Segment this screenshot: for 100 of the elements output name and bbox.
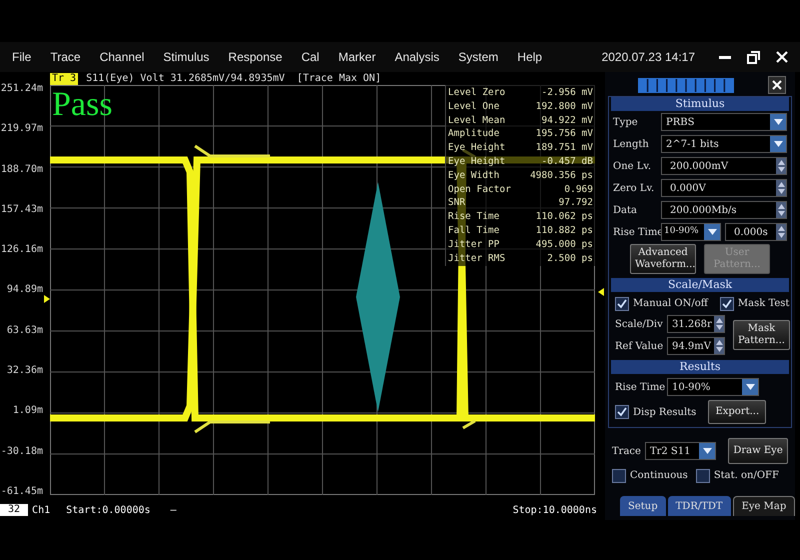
start-label: Start:0.00000s (66, 504, 150, 518)
dropdown-field[interactable]: 2^7-1 bits (661, 135, 787, 153)
channel-number: 32 (0, 504, 28, 516)
checkbox-label: Continuous (630, 469, 688, 483)
axis-label: 126.16m (0, 243, 43, 258)
menu-item[interactable]: Stimulus (163, 48, 210, 66)
checkbox[interactable] (615, 405, 629, 419)
menu-item[interactable]: Response (228, 48, 282, 66)
field-label: Data (613, 204, 638, 218)
checkbox[interactable] (612, 468, 626, 482)
axis-label: 1.09m (12, 404, 43, 418)
close-icon[interactable] (776, 51, 788, 63)
dropdown-field[interactable]: PRBS (661, 113, 787, 131)
menu-item[interactable]: Cal (301, 48, 320, 66)
number-field[interactable]: 200.000Mb/s (661, 201, 787, 219)
section-header: Stimulus (611, 97, 789, 111)
measurement-value: 189.751 mV (536, 141, 593, 155)
panel-button[interactable]: Draw Eye (728, 438, 788, 464)
spin-arrows-icon (714, 338, 724, 354)
axis-label: 32.36m (6, 364, 43, 378)
tab[interactable]: Eye Map (732, 496, 796, 516)
measurement-value: 110.882 ps (536, 224, 593, 238)
spin-arrows-icon (776, 224, 786, 240)
checkmark-icon (617, 298, 627, 308)
measurement-value: 97.792 (558, 196, 593, 210)
axis-label: -30.18m (0, 444, 43, 459)
number-field[interactable]: 0.000s (725, 223, 787, 241)
measurement-label: Level Mean (448, 114, 506, 128)
field-label: Type (613, 116, 639, 130)
checkmark-icon (722, 298, 732, 308)
menu-item[interactable]: Marker (338, 48, 376, 66)
field-label: One Lv. (613, 160, 652, 174)
measurement-value: 2.500 ps (547, 252, 593, 266)
pass-fail-verdict: Pass (52, 85, 112, 125)
dropdown-field[interactable]: 10-90% (667, 378, 759, 396)
stop-label: Stop:10.0000ns (512, 504, 597, 518)
marker-triangle-icon (598, 288, 604, 296)
field-label: Length (613, 138, 650, 152)
measurement-label: Eye Height (448, 141, 506, 155)
section-header: Scale/Mask (611, 278, 789, 292)
measurement-label: Eye Height (448, 154, 506, 169)
measurement-label: Jitter PP (448, 238, 500, 252)
measurement-label: Amplitude (448, 127, 500, 142)
menu-item[interactable]: Analysis (394, 48, 440, 66)
tab[interactable]: Setup (620, 496, 666, 516)
panel-button[interactable]: Mask Pattern... (733, 320, 790, 350)
dropdown-field[interactable]: 10-90% (661, 223, 721, 241)
spin-arrows-icon (776, 180, 786, 196)
axis-label: -61.45m (0, 484, 43, 499)
measurement-label: Level One (448, 100, 500, 114)
tab[interactable]: TDR/TDT (668, 496, 731, 516)
section-header: Results (611, 360, 789, 374)
checkbox[interactable] (615, 296, 629, 310)
measurement-value: -2.956 mV (542, 86, 593, 100)
panel-button[interactable]: Advanced Waveform... (630, 244, 696, 274)
measurement-label: Fall Time (448, 224, 500, 238)
restore-icon[interactable] (747, 50, 760, 64)
checkbox-label: Manual ON/off (633, 297, 708, 311)
measurement-value: 195.756 mV (536, 127, 593, 142)
marker-dash: — (170, 504, 176, 518)
measurement-label: Jitter RMS (448, 252, 506, 266)
menu-item[interactable]: File (12, 48, 32, 66)
measurement-label: Open Factor (448, 182, 511, 196)
menu-item[interactable]: Help (517, 48, 542, 66)
date-time: 2020.07.23 14:17 (602, 49, 695, 66)
measurement-value: 94.922 mV (542, 114, 593, 128)
number-field[interactable]: 31.268r (667, 315, 725, 333)
measurement-label: Rise Time (448, 210, 500, 224)
field-label: Scale/Div (615, 318, 663, 332)
menu-item[interactable]: Trace (50, 48, 81, 66)
axis-label: 157.43m (0, 202, 43, 217)
checkbox[interactable] (696, 468, 710, 482)
menu-item[interactable]: System (458, 48, 498, 66)
spin-arrows-icon (776, 158, 786, 174)
measurement-value: 495.000 ps (536, 238, 593, 252)
checkbox[interactable] (720, 296, 734, 310)
marker-triangle-icon (44, 295, 50, 303)
minimize-icon[interactable] (719, 56, 731, 58)
channel-label: Ch1 (32, 504, 50, 518)
spin-arrows-icon (776, 202, 786, 218)
measurement-value: 192.800 mV (536, 100, 593, 114)
axis-label: 251.24m (0, 82, 43, 96)
number-field[interactable]: 94.9mV (667, 337, 725, 355)
spin-arrows-icon (714, 316, 724, 332)
number-field[interactable]: 200.000mV (661, 157, 787, 175)
axis-label: 94.89m (6, 283, 43, 298)
dropdown-field[interactable]: Tr2 S11 (644, 442, 716, 460)
number-field[interactable]: 0.000V (661, 179, 787, 197)
close-icon (772, 80, 782, 90)
measurement-value: -0.457 dB (542, 154, 593, 169)
close-button[interactable] (768, 76, 786, 94)
measurement-label: SNR (448, 196, 466, 210)
field-label: Zero Lv. (613, 182, 656, 196)
trace-info: S11(Eye) Volt 31.2685mV/94.8935mV [Trace Max ON] (86, 72, 382, 84)
measurement-value: 4980.356 ps (530, 168, 593, 183)
field-label: Rise Time (615, 380, 663, 394)
checkbox-label: Stat. on/OFF (714, 469, 779, 483)
axis-label: 219.97m (0, 122, 43, 136)
panel-button[interactable]: Export... (708, 400, 766, 424)
menu-item[interactable]: Channel (100, 48, 144, 66)
